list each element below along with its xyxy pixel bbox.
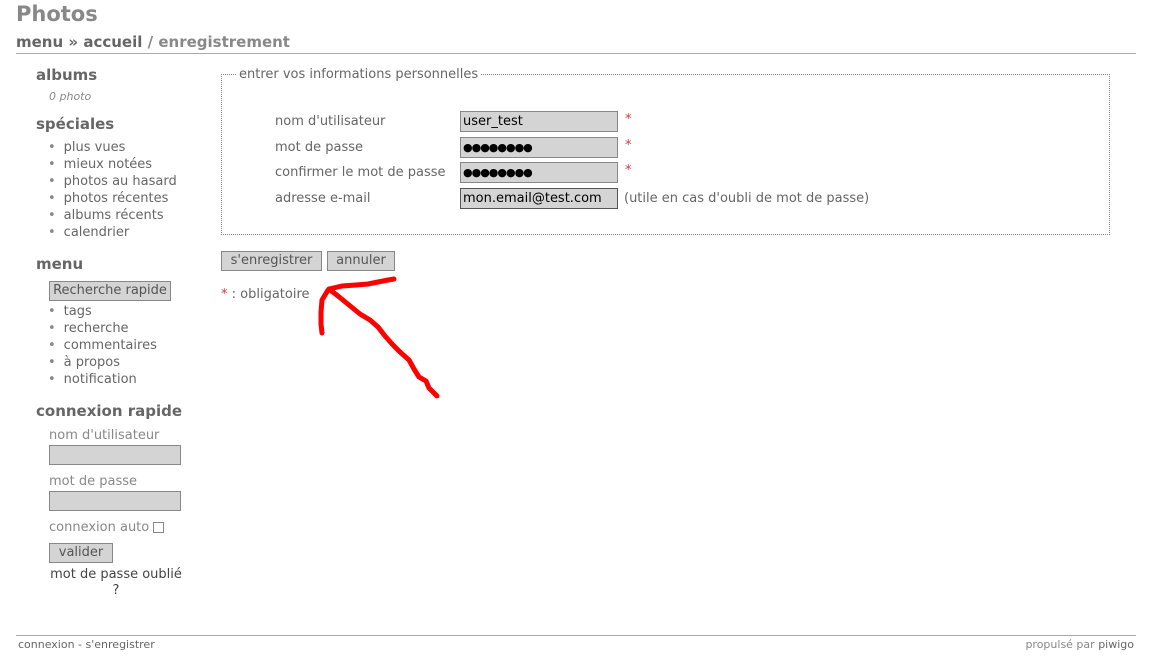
powered-by-text: propulsé par [1025,638,1095,651]
footer-divider [16,635,1136,636]
footer-powered-by: propulsé par piwigo [1025,638,1134,651]
piwigo-link[interactable]: piwigo [1098,638,1134,651]
footer-login-register-links[interactable]: connexion - s'enregistrer [18,638,155,651]
red-arrow-annotation [318,276,440,399]
